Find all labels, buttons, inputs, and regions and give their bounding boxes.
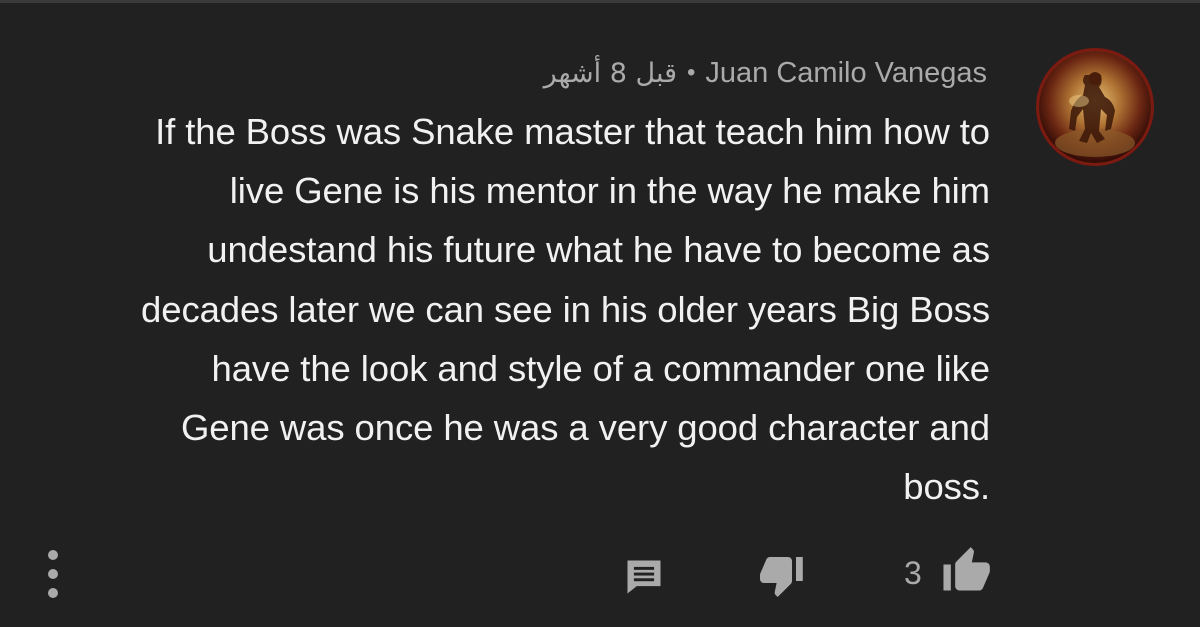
avatar-image xyxy=(1039,51,1151,163)
comment-header: قبل 8 أشهر • Juan Camilo Vanegas xyxy=(544,53,987,93)
reply-button[interactable] xyxy=(622,555,666,599)
comment-text-line: Gene was once he was a very good charact… xyxy=(180,407,990,449)
thumbs-up-icon xyxy=(943,547,990,591)
comment-text-line: boss. xyxy=(903,466,990,508)
comment-body: If the Boss was Snake master that teach … xyxy=(30,102,990,516)
dislike-button[interactable] xyxy=(758,550,806,600)
comment-text-line: undestand his future what he have to bec… xyxy=(207,229,990,271)
like-count: 3 xyxy=(904,555,922,591)
comment-text-line: live Gene is his mentor in the way he ma… xyxy=(229,170,990,212)
header-separator: • xyxy=(687,59,696,86)
thumbs-down-icon xyxy=(760,557,803,597)
comment-item: قبل 8 أشهر • Juan Camilo Vanegas If the … xyxy=(0,0,1200,627)
author-avatar[interactable] xyxy=(1036,48,1154,166)
like-button[interactable] xyxy=(940,545,992,597)
more-options-button[interactable] xyxy=(38,548,68,600)
comment-text-line: If the Boss was Snake master that teach … xyxy=(155,111,990,152)
comment-reply-icon xyxy=(627,560,661,594)
author-name[interactable]: Juan Camilo Vanegas xyxy=(705,57,987,90)
comment-timestamp[interactable]: قبل 8 أشهر xyxy=(544,58,677,89)
comment-text-line: decades later we can see in his older ye… xyxy=(141,288,990,330)
comment-text-line: have the look and style of a commander o… xyxy=(211,347,991,389)
